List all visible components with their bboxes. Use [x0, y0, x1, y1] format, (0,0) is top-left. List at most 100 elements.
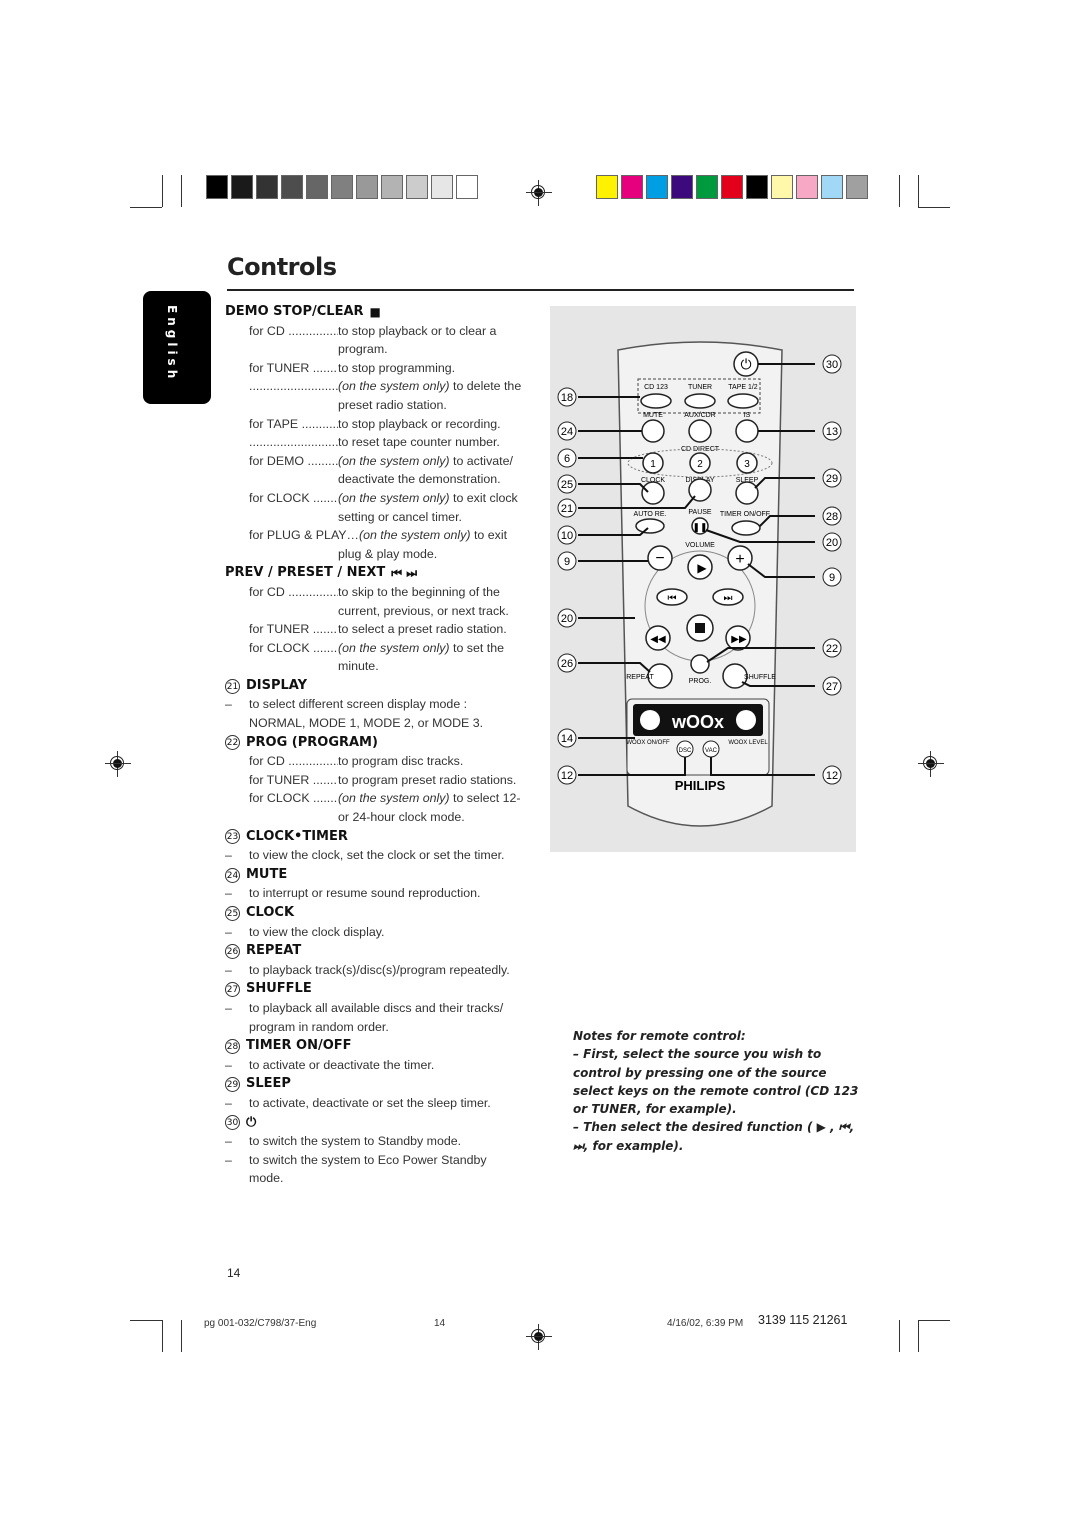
row-key: ................................ [249, 435, 338, 450]
crop-mark [918, 1320, 919, 1352]
description-row: for CLOCK ....... (on the system only) to… [225, 639, 535, 658]
line-text: to activate or deactivate the timer. [249, 1057, 435, 1072]
description-line: – to interrupt or resume sound reproducti… [225, 884, 535, 903]
row-key: for CLOCK ....... [249, 791, 338, 806]
row-key [225, 396, 338, 415]
timer-label: TIMER ON/OFF [720, 511, 770, 518]
row-key: ................................ [249, 379, 338, 394]
language-label: English [165, 305, 179, 383]
woox-logo: wOOx [671, 712, 724, 732]
color-swatch [646, 175, 668, 199]
line-text: program in random order. [249, 1019, 389, 1034]
footer-page: 14 [434, 1318, 446, 1329]
description-line: – to switch the system to Eco Power Stand… [225, 1151, 535, 1170]
description-line: – to activate or deactivate the timer. [225, 1056, 535, 1075]
callout-number: 30 [826, 359, 838, 371]
mute-label: MUTE [643, 412, 663, 419]
color-swatch [621, 175, 643, 199]
line-text: to switch the system to Standby mode. [249, 1134, 462, 1149]
power-icon: ⏻ [740, 356, 751, 372]
row-key [225, 340, 338, 359]
row-value: (on the system only) to select 12- [338, 791, 521, 806]
row-value: to program preset radio stations. [338, 772, 517, 787]
row-key [225, 602, 338, 621]
row-value: minute. [338, 659, 379, 674]
row-note: (on the system only) [338, 791, 450, 806]
page-number: 14 [227, 1266, 241, 1280]
heading-text: PROG (PROGRAM) [246, 734, 378, 750]
notes-item: – Then select the desired function ( ▶ ,… [573, 1120, 855, 1153]
line-text: to view the clock, set the clock or set … [249, 848, 505, 863]
crop-mark [918, 1320, 950, 1321]
dsc-label: DSC [679, 748, 692, 754]
notes-title: Notes for remote control: [573, 1029, 746, 1043]
crop-mark [181, 175, 182, 207]
callout-number: 24 [561, 426, 573, 438]
number-3-label: 3 [744, 459, 750, 470]
callout-number: 6 [564, 453, 570, 465]
crop-mark [181, 1320, 182, 1352]
section-heading-display: 21 DISPLAY [225, 677, 535, 696]
row-key [225, 470, 338, 489]
forward-icon: ▶▶ [731, 634, 747, 645]
row-value: to stop programming. [338, 360, 456, 375]
prev-next-icon: ⏮ ⏭ [391, 566, 418, 581]
registration-mark-icon [526, 1324, 552, 1350]
power-icon: ⏻ [246, 1114, 257, 1130]
callout-number: 18 [561, 392, 573, 404]
row-value: to reset tape counter number. [338, 435, 500, 450]
line-text: to activate, deactivate or set the sleep… [249, 1095, 491, 1110]
section-heading-prev-preset-next: PREV / PRESET / NEXT ⏮ ⏭ [225, 564, 535, 583]
row-note: (on the system only) [338, 640, 450, 655]
callout-number: 26 [561, 658, 573, 670]
description-row: for TUNER ........ to program preset radi… [225, 771, 535, 790]
color-swatch [281, 175, 303, 199]
row-key: for CD ................ [249, 754, 338, 769]
line-text: to switch the system to Eco Power Standb… [249, 1152, 487, 1167]
sleep-button [735, 481, 759, 505]
description-row: deactivate the demonstration. [225, 470, 535, 489]
row-value: plug & play mode. [338, 546, 438, 561]
vac-label: VAC [705, 748, 718, 754]
heading-text: SLEEP [246, 1076, 291, 1092]
row-value: to stop playback or recording. [338, 416, 501, 431]
aux-label: AUX/CDR [684, 412, 716, 419]
callout-number: 14 [561, 733, 573, 745]
heading-text: PREV / PRESET / NEXT [225, 565, 386, 581]
color-swatch [746, 175, 768, 199]
autore-button [635, 518, 665, 534]
line-text: to playback track(s)/disc(s)/program rep… [249, 962, 510, 977]
page-title: Controls [227, 253, 337, 281]
pause-label: PAUSE [688, 509, 712, 516]
registration-mark-icon [526, 180, 552, 206]
is-button [735, 419, 759, 443]
row-value: program. [338, 342, 388, 357]
color-swatch [671, 175, 693, 199]
line-text: to interrupt or resume sound reproductio… [249, 886, 481, 901]
color-swatch [456, 175, 478, 199]
color-swatch [356, 175, 378, 199]
description-row: for TUNER ........ to select a preset rad… [225, 620, 535, 639]
description-line: – to view the clock display. [225, 923, 535, 942]
callout-number: 25 [225, 905, 240, 921]
tuner-label: TUNER [688, 384, 712, 391]
color-swatch [256, 175, 278, 199]
callout-number: 30 [225, 1115, 240, 1131]
row-key [225, 508, 338, 527]
callout-number: 24 [225, 867, 240, 883]
next-icon: ⏭ [724, 593, 733, 604]
crop-mark [899, 175, 900, 207]
minus-icon: − [655, 550, 664, 567]
description-row: for CD ................ to stop playback … [225, 322, 535, 341]
description-row: current, previous, or next track. [225, 602, 535, 621]
section-heading-repeat: 26 REPEAT [225, 942, 535, 961]
crop-mark [162, 175, 163, 207]
row-key: for TUNER ........ [249, 772, 338, 787]
row-value: preset radio station. [338, 397, 447, 412]
callout-number: 12 [561, 770, 573, 782]
row-note: (on the system only) [338, 453, 450, 468]
stop-icon [695, 623, 705, 633]
description-row: for CD ................ to skip to the be… [225, 583, 535, 602]
callout-number: 21 [561, 503, 573, 515]
crop-mark [162, 1320, 163, 1352]
